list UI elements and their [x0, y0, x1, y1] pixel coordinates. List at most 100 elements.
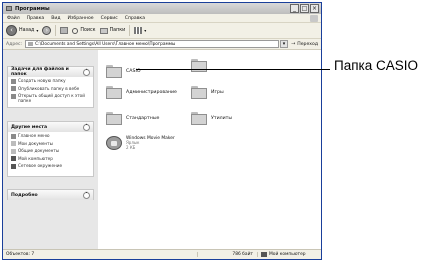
minimize-button[interactable]: _: [290, 4, 299, 13]
place-my-documents[interactable]: Мои документы: [8, 140, 93, 148]
window-title: Программы: [6, 6, 50, 12]
chevron-down-icon[interactable]: ▾: [36, 28, 38, 33]
toolbar-separator: [55, 25, 57, 36]
views-icon: [134, 27, 143, 34]
status-size: 786 байт: [197, 252, 257, 257]
menu-view[interactable]: Вид: [51, 16, 60, 21]
task-pane: Задачи для файлов и папок ˄ Создать нову…: [3, 50, 98, 249]
back-button[interactable]: ‹ Назад ▾: [6, 25, 38, 36]
go-button[interactable]: → Переход: [288, 41, 321, 47]
details-panel: Подробно ˅: [7, 189, 94, 200]
expand-icon[interactable]: ˅: [83, 191, 90, 199]
menu-help[interactable]: Справка: [125, 16, 145, 21]
folder-icon: [191, 112, 207, 125]
folders-button[interactable]: Папки: [99, 27, 126, 34]
tasks-panel-title: Задачи для файлов и папок: [11, 67, 69, 77]
movie-maker-icon: [106, 136, 122, 150]
up-folder-icon: [60, 27, 69, 34]
address-path: C:\Documents and Settings\All Users\Глав…: [35, 41, 176, 47]
task-label: Создать новую папку: [18, 78, 66, 83]
task-share-folder[interactable]: Открыть общий доступ к этой папке: [8, 92, 93, 104]
folder-icon: [106, 86, 122, 99]
file-name: Стандартные: [126, 116, 160, 121]
title-bar[interactable]: Программы _ □ ×: [3, 3, 321, 14]
toolbar-separator: [129, 25, 131, 36]
folder-icon: [191, 86, 207, 99]
computer-icon: [11, 156, 16, 161]
windows-logo-icon: [310, 15, 318, 22]
address-input[interactable]: C:\Documents and Settings\All Users\Глав…: [25, 40, 280, 48]
file-item-accessories[interactable]: Стандартные: [106, 112, 159, 125]
details-panel-header[interactable]: Подробно ˅: [8, 190, 93, 200]
file-item-games[interactable]: Игры: [191, 86, 224, 99]
place-network[interactable]: Сетевое окружение: [8, 162, 93, 170]
collapse-icon[interactable]: ˄: [83, 68, 90, 76]
folder-icon: [191, 59, 207, 72]
up-folder-button[interactable]: [60, 27, 69, 34]
maximize-button[interactable]: □: [300, 4, 309, 13]
file-item-administration[interactable]: Администрирование: [106, 86, 177, 99]
new-folder-icon: [11, 78, 16, 84]
file-item-casio[interactable]: CASIO: [106, 65, 141, 78]
share-icon: [11, 93, 16, 99]
menu-bar: Файл Правка Вид Избранное Сервис Справка: [3, 14, 321, 23]
toolbar: ‹ Назад ▾ › Поиск Папки ▾: [3, 23, 321, 39]
collapse-icon[interactable]: ˄: [83, 123, 90, 131]
menu-file[interactable]: Файл: [7, 16, 20, 21]
close-button[interactable]: ×: [310, 4, 319, 13]
file-name: Администрирование: [126, 90, 177, 95]
places-panel-title: Другие места: [11, 124, 48, 130]
status-object-count: Объектов: 7: [6, 252, 35, 257]
file-view: CASIO Администрирование Игры Стандартные…: [98, 50, 321, 249]
place-my-computer[interactable]: Мой компьютер: [8, 155, 93, 163]
search-label: Поиск: [80, 28, 96, 33]
address-dropdown-button[interactable]: ▾: [280, 40, 289, 48]
views-button[interactable]: ▾: [134, 27, 146, 34]
file-item[interactable]: [191, 59, 211, 72]
address-bar: Адрес: C:\Documents and Settings\All Use…: [3, 39, 321, 50]
folder-icon: [11, 133, 16, 139]
go-arrow-icon: →: [291, 41, 296, 47]
place-shared-documents[interactable]: Общие документы: [8, 147, 93, 155]
places-panel-header[interactable]: Другие места ˄: [8, 122, 93, 132]
file-name: Утилиты: [211, 116, 233, 121]
file-name: Игры: [211, 90, 224, 95]
task-new-folder[interactable]: Создать новую папку: [8, 77, 93, 85]
chevron-down-icon: ▾: [144, 28, 147, 33]
place-label: Сетевое окружение: [18, 163, 63, 168]
place-label: Общие документы: [18, 148, 60, 153]
search-button[interactable]: Поиск: [72, 27, 96, 34]
network-icon: [11, 163, 16, 169]
file-info: Windows Movie Maker Ярлык 2 КБ: [126, 136, 175, 150]
documents-icon: [11, 141, 16, 146]
details-panel-title: Подробно: [11, 192, 38, 198]
callout-line: [136, 69, 330, 70]
task-publish-web[interactable]: Опубликовать папку в вебе: [8, 85, 93, 93]
task-label: Открыть общий доступ к этой папке: [18, 93, 85, 103]
place-label: Главное меню: [18, 133, 50, 138]
folders-label: Папки: [109, 28, 126, 33]
computer-icon: [261, 252, 267, 257]
address-label: Адрес:: [6, 41, 23, 47]
file-item-utilities[interactable]: Утилиты: [191, 112, 232, 125]
menu-edit[interactable]: Правка: [27, 16, 44, 21]
folders-icon: [99, 27, 108, 34]
forward-button[interactable]: ›: [42, 26, 52, 35]
folder-icon: [11, 148, 16, 154]
globe-icon: [11, 86, 16, 91]
file-item-movie-maker[interactable]: Windows Movie Maker Ярлык 2 КБ: [106, 136, 175, 150]
place-start-menu[interactable]: Главное меню: [8, 132, 93, 140]
folder-icon: [106, 65, 122, 78]
place-label: Мой компьютер: [18, 155, 53, 161]
folder-icon: [6, 6, 12, 11]
tasks-panel-header[interactable]: Задачи для файлов и папок ˄: [8, 67, 93, 77]
menu-favorites[interactable]: Избранное: [68, 16, 94, 21]
status-location: Мой компьютер: [257, 252, 321, 257]
back-label: Назад: [19, 28, 35, 33]
menu-tools[interactable]: Сервис: [101, 16, 118, 21]
callout-label: Папка CASIO: [334, 58, 418, 73]
tasks-panel: Задачи для файлов и папок ˄ Создать нову…: [7, 66, 94, 108]
task-label: Опубликовать папку в вебе: [18, 85, 80, 91]
status-bar: Объектов: 7 786 байт Мой компьютер: [3, 249, 321, 259]
go-label: Переход: [297, 41, 318, 47]
